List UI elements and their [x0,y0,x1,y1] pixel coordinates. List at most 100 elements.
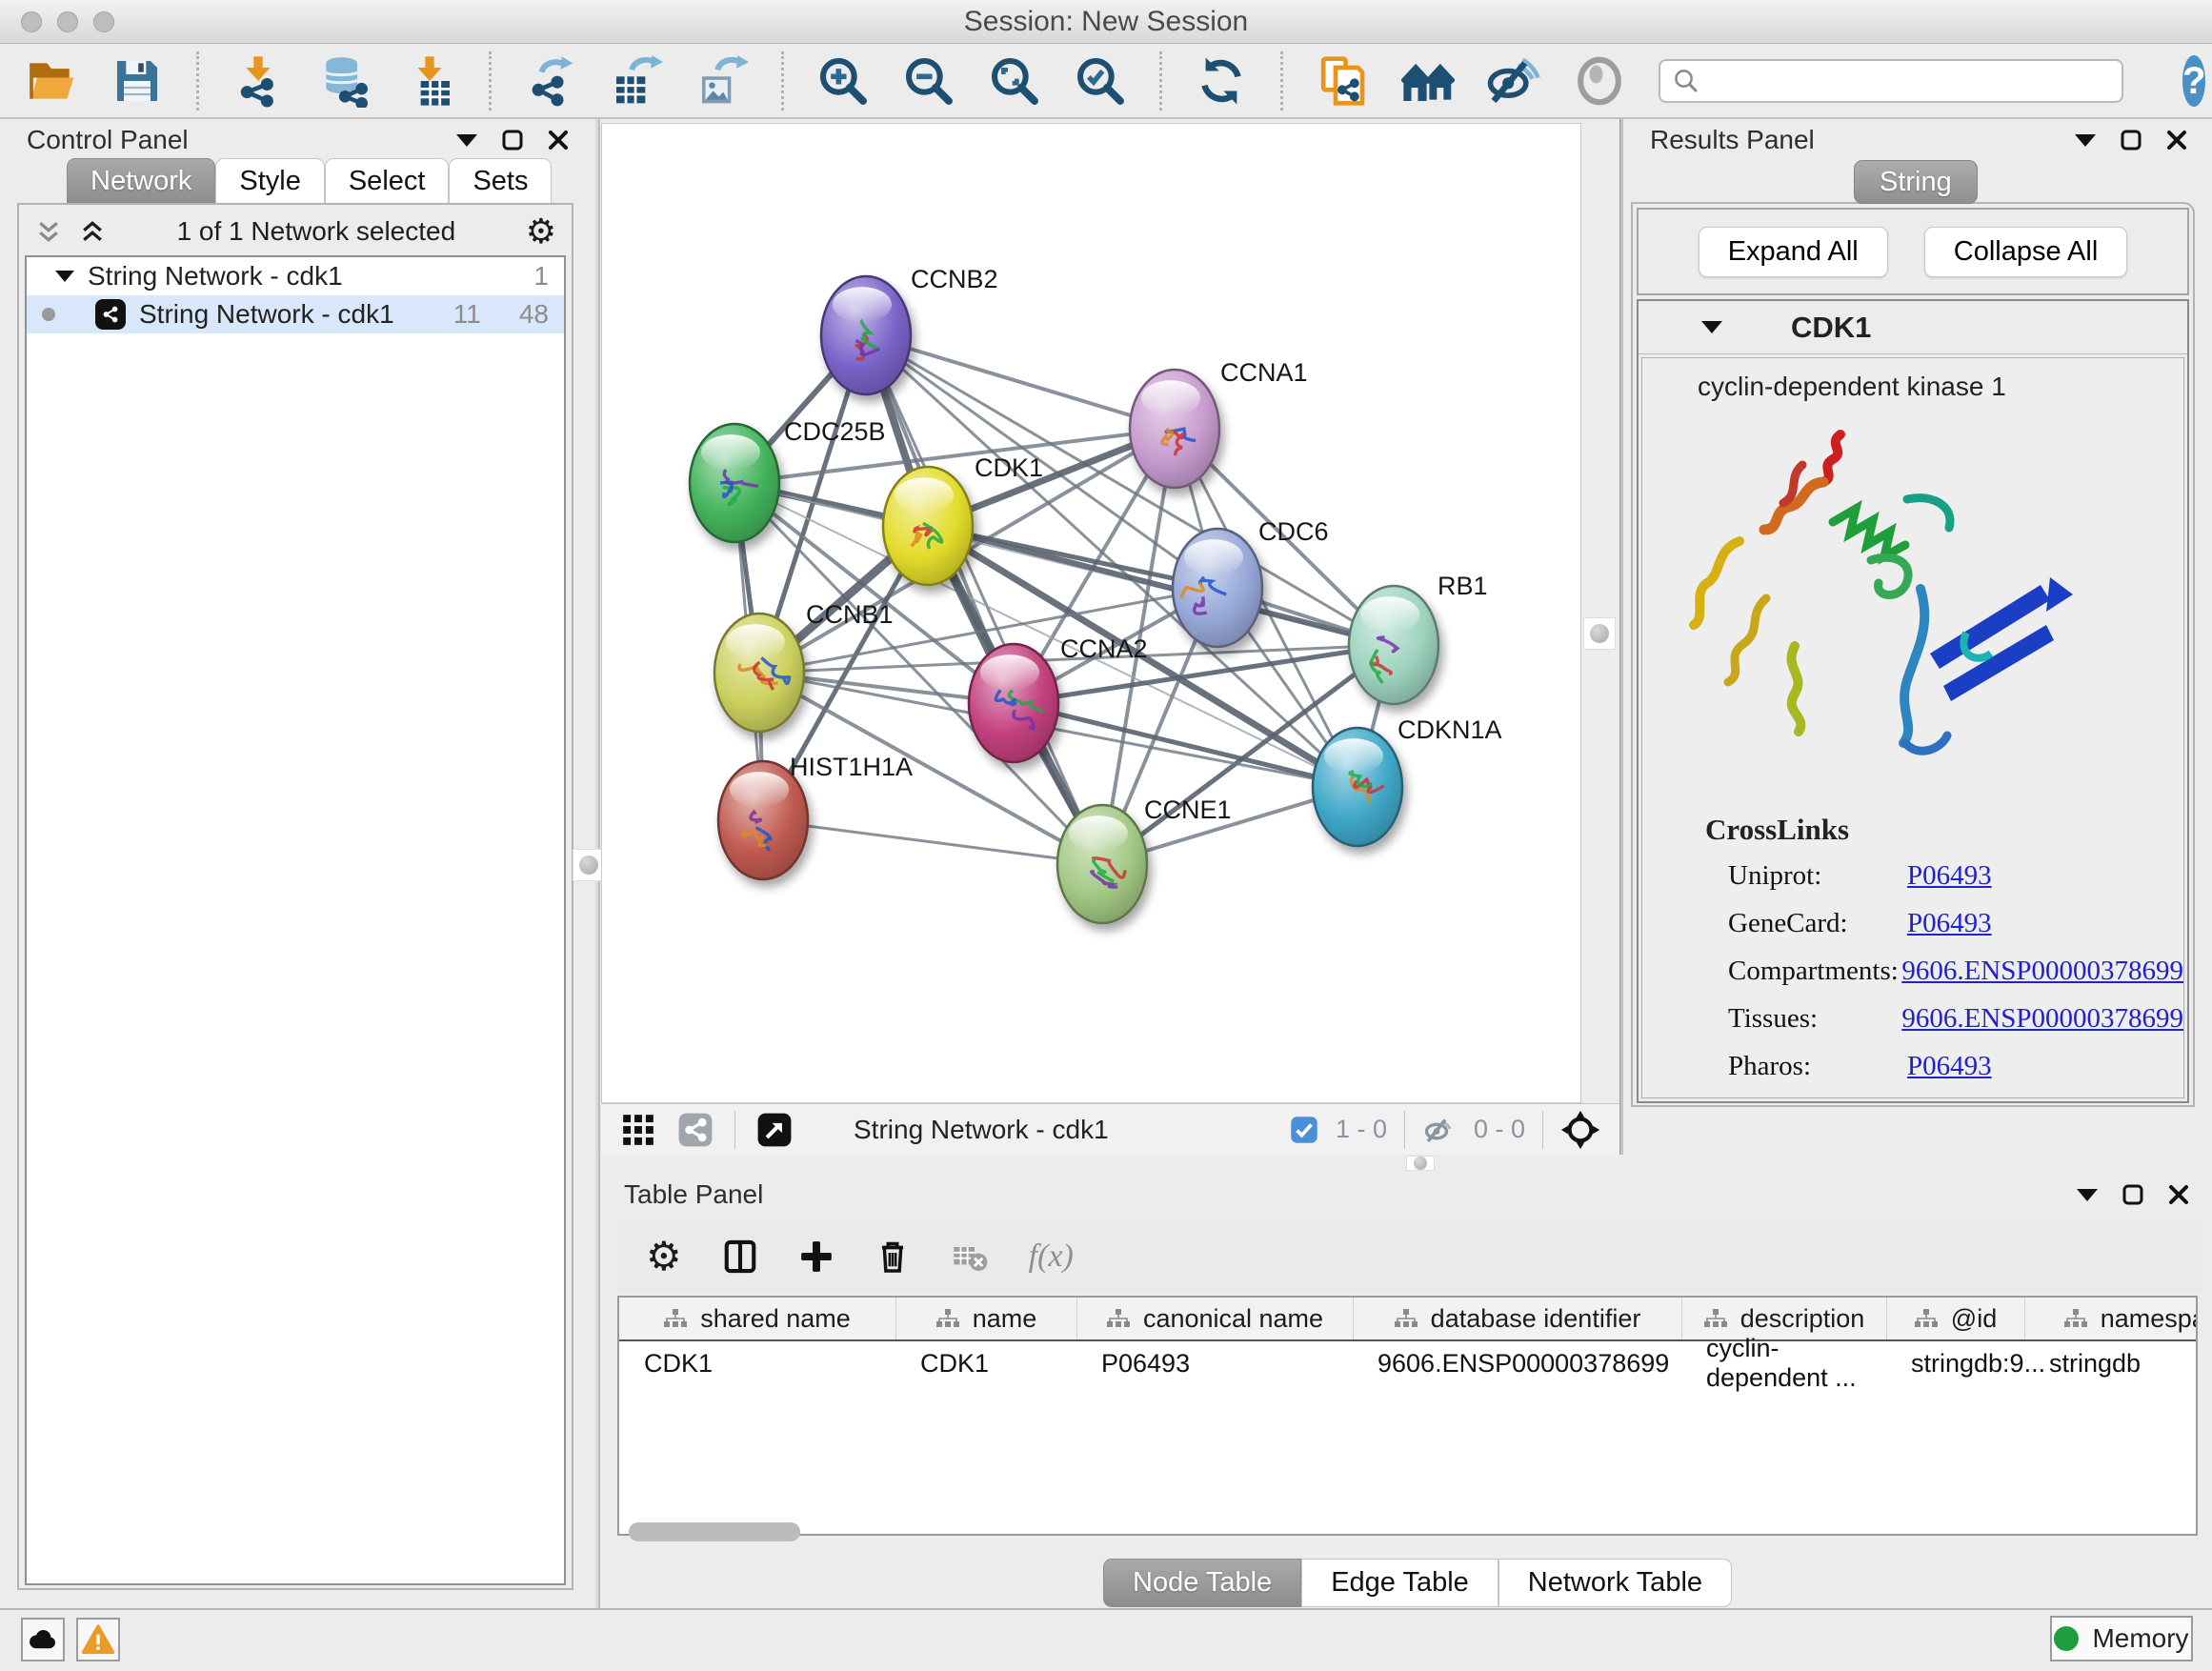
table-cell[interactable]: CDK1 [895,1341,1076,1385]
create-column-icon[interactable] [798,1238,835,1275]
minimize-window-button[interactable] [57,11,78,32]
import-table-icon[interactable] [403,54,456,108]
float-panel-icon[interactable] [2122,1184,2143,1205]
tab-network-table[interactable]: Network Table [1498,1559,1732,1607]
collapse-all-icon[interactable] [34,217,63,246]
table-cell[interactable]: stringdb:9... [1886,1341,2024,1385]
tab-edge-table[interactable]: Edge Table [1301,1559,1498,1607]
float-panel-icon[interactable] [502,130,523,151]
expand-all-icon[interactable] [78,217,107,246]
crosslink-link[interactable]: P06493 [1907,908,1992,939]
zoom-selected-icon[interactable] [1074,54,1127,108]
import-network-file-icon[interactable] [231,54,285,108]
crosslink-link[interactable]: 9606.ENSP00000378699 [1901,1003,2183,1035]
close-panel-icon[interactable] [2166,130,2187,151]
close-panel-icon[interactable] [548,130,569,151]
network-edge[interactable] [866,335,1102,864]
node-table[interactable]: shared namenamecanonical namedatabase id… [617,1296,2198,1536]
network-edge[interactable] [763,820,1102,864]
import-network-database-icon[interactable] [317,54,371,108]
save-session-icon[interactable] [111,54,164,108]
column-header-namespace[interactable]: namespace [2024,1298,2198,1339]
string-protein-query-icon[interactable] [1316,54,1369,108]
network-row[interactable]: String Network - cdk1 11 48 [27,295,564,333]
zoom-out-icon[interactable] [902,54,955,108]
network-options-gear-icon[interactable]: ⚙ [526,214,556,249]
network-node-hist1h1a[interactable]: HIST1H1A [718,753,913,879]
zoom-window-button[interactable] [93,11,114,32]
hidden-items-icon[interactable] [1422,1113,1457,1147]
search-input[interactable] [1710,67,2110,96]
network-node-ccna1[interactable]: CCNA1 [1130,358,1308,488]
table-cell[interactable]: CDK1 [619,1341,895,1385]
hide-unhide-icon[interactable] [1487,54,1540,108]
help-button[interactable]: ? [2182,55,2205,107]
network-edge[interactable] [866,335,1175,429]
network-node-ccnb1[interactable]: CCNB1 [714,600,894,732]
left-splitter-handle[interactable] [573,849,605,881]
birds-eye-view-icon[interactable] [756,1112,793,1148]
network-canvas[interactable]: CCNB2CCNA1CDC25BCDK1CDC6RB1CCNB1CCNA2CDK… [601,123,1581,1103]
crosslink-link[interactable]: P06493 [1907,1051,1992,1082]
table-cell[interactable]: P06493 [1076,1341,1353,1385]
horizontal-splitter[interactable] [601,1155,2212,1172]
toolbar-search[interactable] [1659,59,2123,103]
network-graph[interactable]: CCNB2CCNA1CDC25BCDK1CDC6RB1CCNB1CCNA2CDK… [602,124,1580,1102]
memory-button[interactable]: Memory [2050,1616,2193,1661]
export-network-icon[interactable] [524,54,577,108]
tab-sets[interactable]: Sets [449,158,552,205]
crosslink-link[interactable]: 9606.ENSP00000378699 [1901,956,2183,987]
network-view-icon[interactable] [677,1112,714,1148]
grid-view-icon[interactable] [620,1112,656,1148]
open-session-icon[interactable] [25,54,78,108]
close-window-button[interactable] [21,11,42,32]
zoom-fit-icon[interactable] [988,54,1041,108]
export-table-icon[interactable] [610,54,663,108]
network-collection-row[interactable]: String Network - cdk1 1 [27,257,564,295]
network-node-cdkn1a[interactable]: CDKN1A [1313,715,1502,846]
show-columns-icon[interactable] [722,1238,758,1275]
window-traffic-lights[interactable] [21,11,114,32]
table-cell[interactable]: cyclin-dependent ... [1681,1341,1886,1385]
delete-column-icon[interactable] [875,1238,911,1275]
expand-all-button[interactable]: Expand All [1699,227,1888,277]
cloud-status-button[interactable] [21,1618,65,1661]
export-image-icon[interactable] [695,54,749,108]
collapse-entry-icon[interactable] [1701,321,1722,333]
warning-status-button[interactable] [76,1618,120,1661]
table-cell[interactable]: stringdb [2024,1341,2198,1385]
selected-checkbox-icon[interactable] [1290,1116,1318,1144]
tree-expand-icon[interactable] [55,271,74,282]
horizontal-splitter-handle[interactable] [1406,1156,1435,1171]
table-cell[interactable]: 9606.ENSP00000378699 [1353,1341,1681,1385]
network-node-ccne1[interactable]: CCNE1 [1057,795,1232,923]
right-splitter[interactable] [1619,119,1623,1155]
tab-select[interactable]: Select [325,158,450,205]
collapse-all-button[interactable]: Collapse All [1924,227,2128,277]
column-header--id[interactable]: @id [1886,1298,2024,1339]
gene-entry-header[interactable]: CDK1 [1639,301,2187,354]
network-node-rb1[interactable]: RB1 [1349,572,1488,704]
table-row[interactable]: CDK1CDK1P064939606.ENSP00000378699cyclin… [619,1341,2196,1385]
crosslink-link[interactable]: P06493 [1907,860,1992,892]
tab-node-table[interactable]: Node Table [1103,1559,1301,1607]
collapse-panel-icon[interactable] [2077,1189,2098,1201]
collapse-panel-icon[interactable] [456,134,477,147]
table-options-gear-icon[interactable]: ⚙ [646,1237,682,1277]
network-node-cdc6[interactable]: CDC6 [1173,517,1329,647]
column-header-shared-name[interactable]: shared name [619,1298,895,1339]
homes-icon[interactable] [1401,54,1455,108]
tab-network[interactable]: Network [67,158,215,205]
column-header-canonical-name[interactable]: canonical name [1076,1298,1353,1339]
column-header-database-identifier[interactable]: database identifier [1353,1298,1681,1339]
zoom-in-icon[interactable] [816,54,870,108]
tab-style[interactable]: Style [215,158,324,205]
right-splitter-handle[interactable] [1583,617,1616,650]
column-header-name[interactable]: name [895,1298,1076,1339]
refresh-layout-icon[interactable] [1195,54,1248,108]
fit-selected-target-icon[interactable] [1560,1110,1600,1150]
float-panel-icon[interactable] [2121,130,2142,151]
tab-string[interactable]: String [1854,160,1978,204]
table-horizontal-scrollbar[interactable] [629,1522,800,1541]
collapse-panel-icon[interactable] [2075,134,2096,147]
